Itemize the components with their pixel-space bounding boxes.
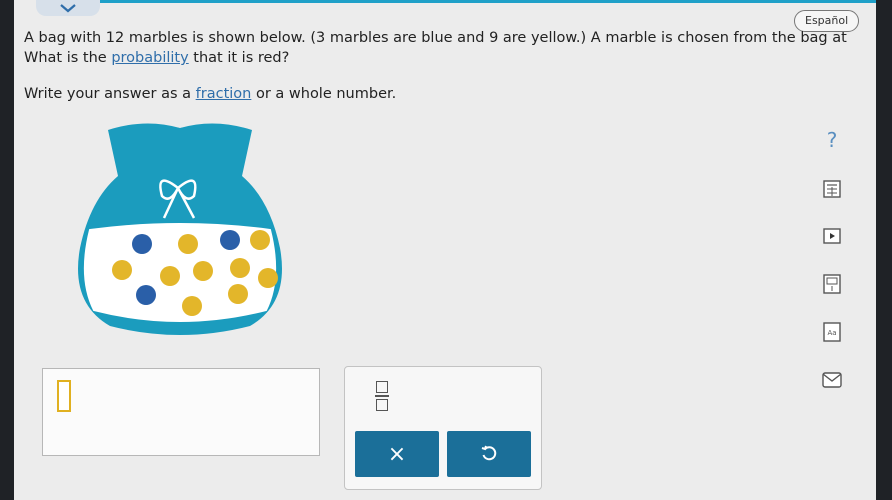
question-line-2: What is the probability that it is red? (24, 48, 876, 68)
marble-bag-image (78, 123, 282, 335)
marble-blue (220, 230, 240, 250)
marble-yellow (258, 268, 278, 288)
probability-link[interactable]: probability (111, 50, 188, 66)
answer-input[interactable] (42, 368, 320, 456)
calculator-icon (823, 180, 841, 198)
marble-yellow (193, 261, 213, 281)
email-icon (822, 372, 842, 388)
undo-button[interactable] (447, 431, 531, 477)
side-toolbar: ? Aa (812, 0, 852, 500)
marble-yellow (228, 284, 248, 304)
email-button[interactable] (812, 372, 852, 388)
marble-blue (132, 234, 152, 254)
clear-button[interactable]: × (355, 431, 439, 477)
marble-yellow (250, 230, 270, 250)
instruction-prefix: Write your answer as a (24, 86, 196, 102)
marble-blue (136, 285, 156, 305)
textbook-button[interactable] (812, 274, 852, 294)
marble-yellow (182, 296, 202, 316)
question-line-1: A bag with 12 marbles is shown below. (3… (24, 30, 847, 46)
collapse-toggle[interactable] (36, 0, 100, 16)
marble-yellow (230, 258, 250, 278)
undo-icon (481, 445, 497, 461)
video-button[interactable] (812, 228, 852, 244)
glossary-button[interactable]: Aa (812, 322, 852, 342)
top-accent-line (100, 0, 876, 3)
question-suffix: that it is red? (188, 50, 290, 66)
calculator-button[interactable] (812, 180, 852, 198)
question-prefix: What is the (24, 50, 112, 66)
math-tool-panel: × (344, 366, 542, 490)
fraction-button[interactable] (365, 377, 399, 415)
textbook-icon (823, 274, 841, 294)
chevron-down-icon (60, 4, 76, 13)
video-icon (823, 228, 841, 244)
marble-yellow (160, 266, 180, 286)
instruction-suffix: or a whole number. (251, 86, 397, 102)
instruction-text: Write your answer as a fraction or a who… (24, 86, 396, 102)
glossary-icon: Aa (823, 322, 841, 342)
marble-yellow (178, 234, 198, 254)
fraction-link[interactable]: fraction (196, 86, 252, 102)
screen: Español A bag with 12 marbles is shown b… (14, 0, 876, 500)
question-text: A bag with 12 marbles is shown below. (3… (24, 28, 876, 68)
marble-yellow (112, 260, 132, 280)
help-icon: ? (826, 128, 838, 152)
svg-text:Aa: Aa (827, 329, 836, 337)
input-cursor-box (57, 380, 71, 412)
help-button[interactable]: ? (812, 128, 852, 152)
fraction-icon (376, 381, 388, 394)
